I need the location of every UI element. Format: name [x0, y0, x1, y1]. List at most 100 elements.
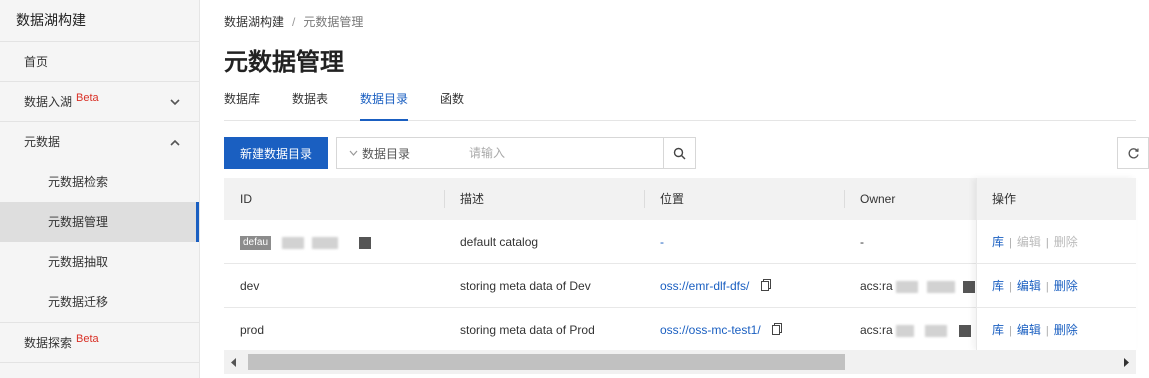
redacted-text — [896, 324, 915, 337]
toolbar: 新建数据目录 数据目录 — [224, 137, 1149, 169]
search-input[interactable] — [457, 138, 663, 168]
cell-description: default catalog — [460, 235, 539, 249]
databases-link[interactable]: 库 — [992, 279, 1004, 293]
table-header: ID 描述 位置 Owner 操作 — [224, 178, 1136, 220]
databases-link[interactable]: 库 — [992, 235, 1004, 249]
sidebar-item-data-exploration[interactable]: 数据探索 Beta — [0, 323, 199, 363]
breadcrumb-separator: / — [292, 15, 296, 29]
cell-description: storing meta data of Prod — [460, 323, 595, 337]
redacted-text — [896, 280, 919, 293]
cell-actions: 库 | 编辑 | 删除 — [992, 235, 1078, 249]
location-link[interactable]: oss://emr-dlf-dfs/ — [660, 279, 749, 293]
sidebar-title: 数据湖构建 — [0, 0, 199, 42]
sidebar-item-label: 数据探索 — [24, 336, 73, 350]
search-icon — [673, 147, 686, 159]
metadata-submenu: 元数据检索 元数据管理 元数据抽取 元数据迁移 — [0, 162, 199, 323]
page-title: 元数据管理 — [224, 49, 344, 76]
redacted-text — [925, 324, 948, 337]
delete-link: 删除 — [1053, 235, 1078, 249]
beta-badge: Beta — [76, 333, 99, 345]
edit-link[interactable]: 编辑 — [1017, 323, 1041, 337]
databases-link[interactable]: 库 — [992, 323, 1004, 337]
sidebar-item-label: 元数据管理 — [48, 215, 109, 229]
column-header-owner: Owner — [860, 192, 896, 206]
table-row: dev storing meta data of Dev oss://emr-d… — [224, 264, 1136, 308]
search-type-label: 数据目录 — [362, 146, 411, 161]
cell-id: dev — [240, 279, 260, 293]
cell-description: storing meta data of Dev — [460, 279, 591, 293]
cell-owner: acs:ra — [860, 264, 975, 308]
search-box: 数据目录 — [336, 137, 696, 169]
scroll-right-arrow[interactable] — [1116, 350, 1136, 374]
tab-tables[interactable]: 数据表 — [292, 90, 328, 121]
main-content: 数据湖构建 / 元数据管理 元数据管理 数据库 数据表 数据目录 函数 新建数据目录… — [200, 0, 1149, 378]
delete-link[interactable]: 删除 — [1054, 323, 1078, 337]
edit-link: 编辑 — [1016, 235, 1041, 249]
breadcrumb: 数据湖构建 / 元数据管理 — [224, 13, 363, 30]
scroll-left-arrow[interactable] — [224, 350, 244, 374]
redacted-text — [282, 236, 305, 249]
chevron-up-icon[interactable] — [169, 122, 181, 162]
copy-icon[interactable] — [772, 309, 783, 353]
cell-actions: 库 | 编辑 | 删除 — [992, 279, 1078, 293]
sidebar-item-label: 元数据抽取 — [48, 255, 109, 269]
column-header-id: ID — [240, 192, 252, 206]
sidebar-item-metadata-migration[interactable]: 元数据迁移 — [0, 282, 199, 322]
cell-owner: - — [860, 235, 864, 249]
cell-location: oss://emr-dlf-dfs/ — [660, 264, 771, 308]
tab-functions[interactable]: 函数 — [440, 90, 464, 121]
sidebar-item-data-ingestion[interactable]: 数据入湖 Beta — [0, 82, 199, 122]
horizontal-scrollbar[interactable] — [224, 350, 1136, 374]
redacted-block — [958, 324, 971, 337]
refresh-icon — [1128, 147, 1139, 158]
cell-id: defau — [240, 220, 372, 264]
tab-bar: 数据库 数据表 数据目录 函数 — [224, 90, 1136, 121]
cell-location[interactable]: - — [660, 220, 664, 264]
search-type-select[interactable]: 数据目录 — [337, 138, 457, 168]
beta-badge: Beta — [76, 92, 99, 104]
sidebar-item-home[interactable]: 首页 — [0, 42, 199, 82]
column-header-location: 位置 — [660, 192, 685, 206]
scrollbar-thumb[interactable] — [248, 354, 845, 370]
breadcrumb-current: 元数据管理 — [303, 15, 364, 29]
column-divider[interactable] — [844, 190, 845, 208]
redacted-block — [359, 236, 372, 249]
breadcrumb-root[interactable]: 数据湖构建 — [224, 15, 284, 29]
sidebar-item-label: 首页 — [24, 55, 49, 69]
cell-owner: acs:ra — [860, 308, 971, 352]
id-badge: defau — [240, 235, 272, 250]
cell-actions: 库 | 编辑 | 删除 — [992, 323, 1078, 337]
catalog-table: ID 描述 位置 Owner 操作 defau default catalog … — [224, 178, 1136, 378]
sidebar-item-label: 元数据 — [24, 135, 61, 149]
sidebar-item-label: 元数据迁移 — [48, 295, 109, 309]
tab-databases[interactable]: 数据库 — [224, 90, 260, 121]
owner-text: acs:ra — [860, 279, 893, 293]
redacted-text — [927, 280, 956, 293]
sidebar-item-metadata-management[interactable]: 元数据管理 — [0, 202, 199, 242]
chevron-down-icon[interactable] — [169, 82, 181, 122]
delete-link[interactable]: 删除 — [1054, 279, 1078, 293]
tab-catalogs[interactable]: 数据目录 — [360, 90, 409, 121]
column-divider[interactable] — [644, 190, 645, 208]
create-catalog-button[interactable]: 新建数据目录 — [224, 137, 328, 169]
refresh-button[interactable] — [1117, 137, 1149, 169]
chevron-down-icon — [349, 148, 358, 159]
owner-text: acs:ra — [860, 323, 893, 337]
sidebar-item-label: 数据入湖 — [24, 95, 73, 109]
search-button[interactable] — [663, 138, 695, 168]
copy-icon[interactable] — [760, 265, 771, 309]
redacted-text — [311, 236, 338, 249]
location-link[interactable]: oss://oss-mc-test1/ — [660, 323, 761, 337]
edit-link[interactable]: 编辑 — [1017, 279, 1041, 293]
sidebar-item-label: 元数据检索 — [48, 175, 109, 189]
redacted-block — [962, 280, 975, 293]
sidebar-item-metadata-search[interactable]: 元数据检索 — [0, 162, 199, 202]
sidebar-item-metadata-extraction[interactable]: 元数据抽取 — [0, 242, 199, 282]
triangle-right-icon — [1124, 357, 1129, 367]
table-row: prod storing meta data of Prod oss://oss… — [224, 308, 1136, 352]
column-header-actions: 操作 — [992, 192, 1017, 206]
sidebar: 数据湖构建 首页 数据入湖 Beta 元数据 元数据检索 元数据管理 元数据抽取 … — [0, 0, 200, 378]
triangle-left-icon — [231, 357, 236, 367]
column-divider[interactable] — [444, 190, 445, 208]
sidebar-item-metadata[interactable]: 元数据 — [0, 122, 199, 162]
